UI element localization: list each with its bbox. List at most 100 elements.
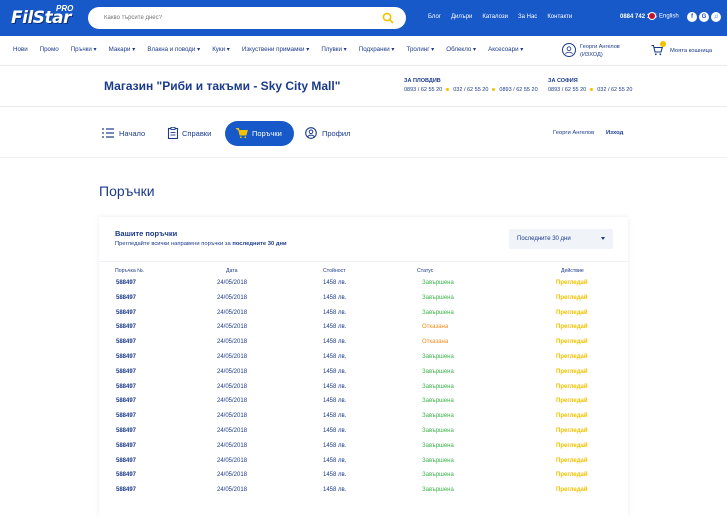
- cart-badge: [660, 41, 666, 47]
- facebook-icon[interactable]: f: [687, 12, 697, 22]
- order-date: 24/05/2018: [217, 280, 248, 286]
- order-status: Завършена: [422, 428, 454, 434]
- order-number[interactable]: 588497: [116, 354, 136, 360]
- nav-lures[interactable]: Изкуствени примамки ▾: [242, 46, 309, 53]
- nav-hooks[interactable]: Куки ▾: [212, 46, 230, 53]
- order-status: Завършена: [422, 457, 454, 464]
- order-number[interactable]: 588497: [116, 398, 136, 404]
- view-order-button[interactable]: Прегледай: [556, 398, 588, 404]
- col-header-status: Статус: [417, 268, 434, 274]
- nav-rods[interactable]: Пръчки ▾: [71, 46, 97, 53]
- view-order-button[interactable]: Прегледай: [556, 354, 588, 360]
- nav-bait[interactable]: Подхранки ▾: [359, 46, 395, 53]
- view-order-button[interactable]: Прегледай: [556, 369, 588, 375]
- table-row: 588497 24/05/2018 1458 лв. Отказана Прегледа…: [99, 339, 628, 354]
- music-icon[interactable]: ♫: [711, 12, 721, 22]
- orders-subtitle-period: последните 30 дни: [232, 241, 287, 247]
- view-order-button[interactable]: Прегледай: [556, 384, 588, 390]
- order-number[interactable]: 588497: [116, 310, 136, 316]
- nav-floats[interactable]: Плувки ▾: [321, 46, 346, 53]
- col-header-order: Поръчка №.: [115, 268, 145, 274]
- order-value: 1458 лв.: [323, 413, 347, 420]
- nav-new[interactable]: Нови: [13, 46, 28, 53]
- plovdiv-contacts: ЗА ПЛОВДИВ 0893 / 62 55 20 032 / 62 55 20…: [404, 78, 538, 93]
- language-switch[interactable]: English: [648, 12, 679, 20]
- table-row: 588497 24/05/2018 1458 лв. Завършена Преглед…: [99, 428, 628, 443]
- order-number[interactable]: 588497: [116, 428, 136, 434]
- order-number[interactable]: 588497: [116, 339, 136, 345]
- nav-accessories[interactable]: Аксесоари ▾: [488, 46, 523, 53]
- sofia-phone-2[interactable]: 032 / 62 55 20: [597, 87, 632, 93]
- tab-home[interactable]: Начало: [102, 121, 162, 146]
- sofia-phone-1[interactable]: 0893 / 62 55 20: [548, 87, 586, 93]
- view-order-button[interactable]: Прегледай: [556, 487, 588, 493]
- link-contacts[interactable]: Контакти: [547, 14, 572, 20]
- view-order-button[interactable]: Прегледай: [556, 472, 588, 478]
- table-row: 588497 24/05/2018 1458 лв. Отказана Прегледа…: [99, 324, 628, 339]
- google-icon[interactable]: G: [699, 12, 709, 22]
- nav-clothing[interactable]: Облекло ▾: [446, 46, 476, 53]
- order-number[interactable]: 588497: [116, 295, 136, 301]
- search-input[interactable]: [102, 10, 362, 26]
- tabs-logout-link[interactable]: Изход: [606, 130, 623, 136]
- tab-orders-label: Поръчки: [252, 129, 282, 138]
- filstar-logo[interactable]: FilStar PRO: [11, 4, 75, 29]
- logout-link[interactable]: (ИЗХОД): [580, 52, 603, 58]
- link-about[interactable]: За Нас: [518, 14, 537, 20]
- tab-orders[interactable]: Поръчки: [225, 121, 294, 146]
- tab-profile[interactable]: Профил: [305, 121, 365, 146]
- link-dealers[interactable]: Дилъри: [451, 14, 472, 20]
- order-date: 24/05/2018: [217, 442, 248, 449]
- view-order-button[interactable]: Прегледай: [556, 295, 588, 301]
- nav-lines[interactable]: Влакна и поводи ▾: [147, 46, 200, 53]
- table-row: 588497 24/05/2018 1458 лв. Завършена Преглед…: [99, 487, 628, 502]
- tab-reports[interactable]: Справки: [167, 121, 227, 146]
- language-label: English: [659, 13, 679, 20]
- order-value: 1458 лв.: [323, 280, 347, 286]
- order-number[interactable]: 588497: [116, 487, 136, 493]
- table-row: 588497 24/05/2018 1458 лв. Завършена Преглед…: [99, 413, 628, 428]
- link-blog[interactable]: Блог: [428, 14, 441, 20]
- order-date: 24/05/2018: [217, 339, 248, 346]
- view-order-button[interactable]: Прегледай: [556, 280, 588, 286]
- nav-reels[interactable]: Макари ▾: [109, 46, 136, 53]
- orders-subtitle: Прегледайте всички направени поръчки за …: [115, 241, 287, 247]
- order-number[interactable]: 588497: [116, 443, 136, 449]
- view-order-button[interactable]: Прегледай: [556, 339, 588, 345]
- view-order-button[interactable]: Прегледай: [556, 443, 588, 449]
- chevron-down-icon: [601, 237, 605, 240]
- plovdiv-phone-3[interactable]: 0893 / 62 55 20: [499, 87, 537, 93]
- view-order-button[interactable]: Прегледай: [556, 324, 588, 330]
- tab-reports-label: Справки: [182, 129, 212, 138]
- order-date: 24/05/2018: [217, 428, 248, 434]
- order-date: 24/05/2018: [217, 487, 248, 494]
- table-row: 588497 24/05/2018 1458 лв. Завършена Преглед…: [99, 472, 628, 487]
- period-select[interactable]: Последните 30 дни: [509, 229, 613, 249]
- order-value: 1458 лв.: [323, 457, 347, 464]
- table-row: 588497 24/05/2018 1458 лв. Завършена Преглед…: [99, 398, 628, 413]
- user-icon: [562, 43, 576, 57]
- order-number[interactable]: 588497: [116, 324, 136, 330]
- order-number[interactable]: 588497: [116, 280, 136, 286]
- order-number[interactable]: 588497: [116, 458, 136, 464]
- nav-trolling[interactable]: Тролинг ▾: [407, 46, 435, 53]
- order-number[interactable]: 588497: [116, 472, 136, 478]
- link-catalogs[interactable]: Каталози: [482, 14, 508, 20]
- view-order-button[interactable]: Прегледай: [556, 310, 588, 316]
- order-date: 24/05/2018: [217, 457, 248, 464]
- plovdiv-phone-1[interactable]: 0893 / 62 55 20: [404, 87, 442, 93]
- view-order-button[interactable]: Прегледай: [556, 458, 588, 464]
- order-number[interactable]: 588497: [116, 384, 136, 390]
- nav-promo[interactable]: Промо: [40, 46, 59, 53]
- order-number[interactable]: 588497: [116, 369, 136, 375]
- plovdiv-phone-2[interactable]: 032 / 62 55 20: [453, 87, 488, 93]
- search-icon[interactable]: [382, 12, 394, 24]
- nav-items: Нови Промо Пръчки ▾ Макари ▾ Влакна и поводи…: [13, 46, 535, 53]
- clipboard-icon: [167, 127, 179, 139]
- order-status: Завършена: [422, 487, 454, 494]
- order-date: 24/05/2018: [217, 398, 248, 405]
- view-order-button[interactable]: Прегледай: [556, 428, 588, 434]
- order-date: 24/05/2018: [217, 413, 248, 420]
- order-number[interactable]: 588497: [116, 413, 136, 419]
- view-order-button[interactable]: Прегледай: [556, 413, 588, 419]
